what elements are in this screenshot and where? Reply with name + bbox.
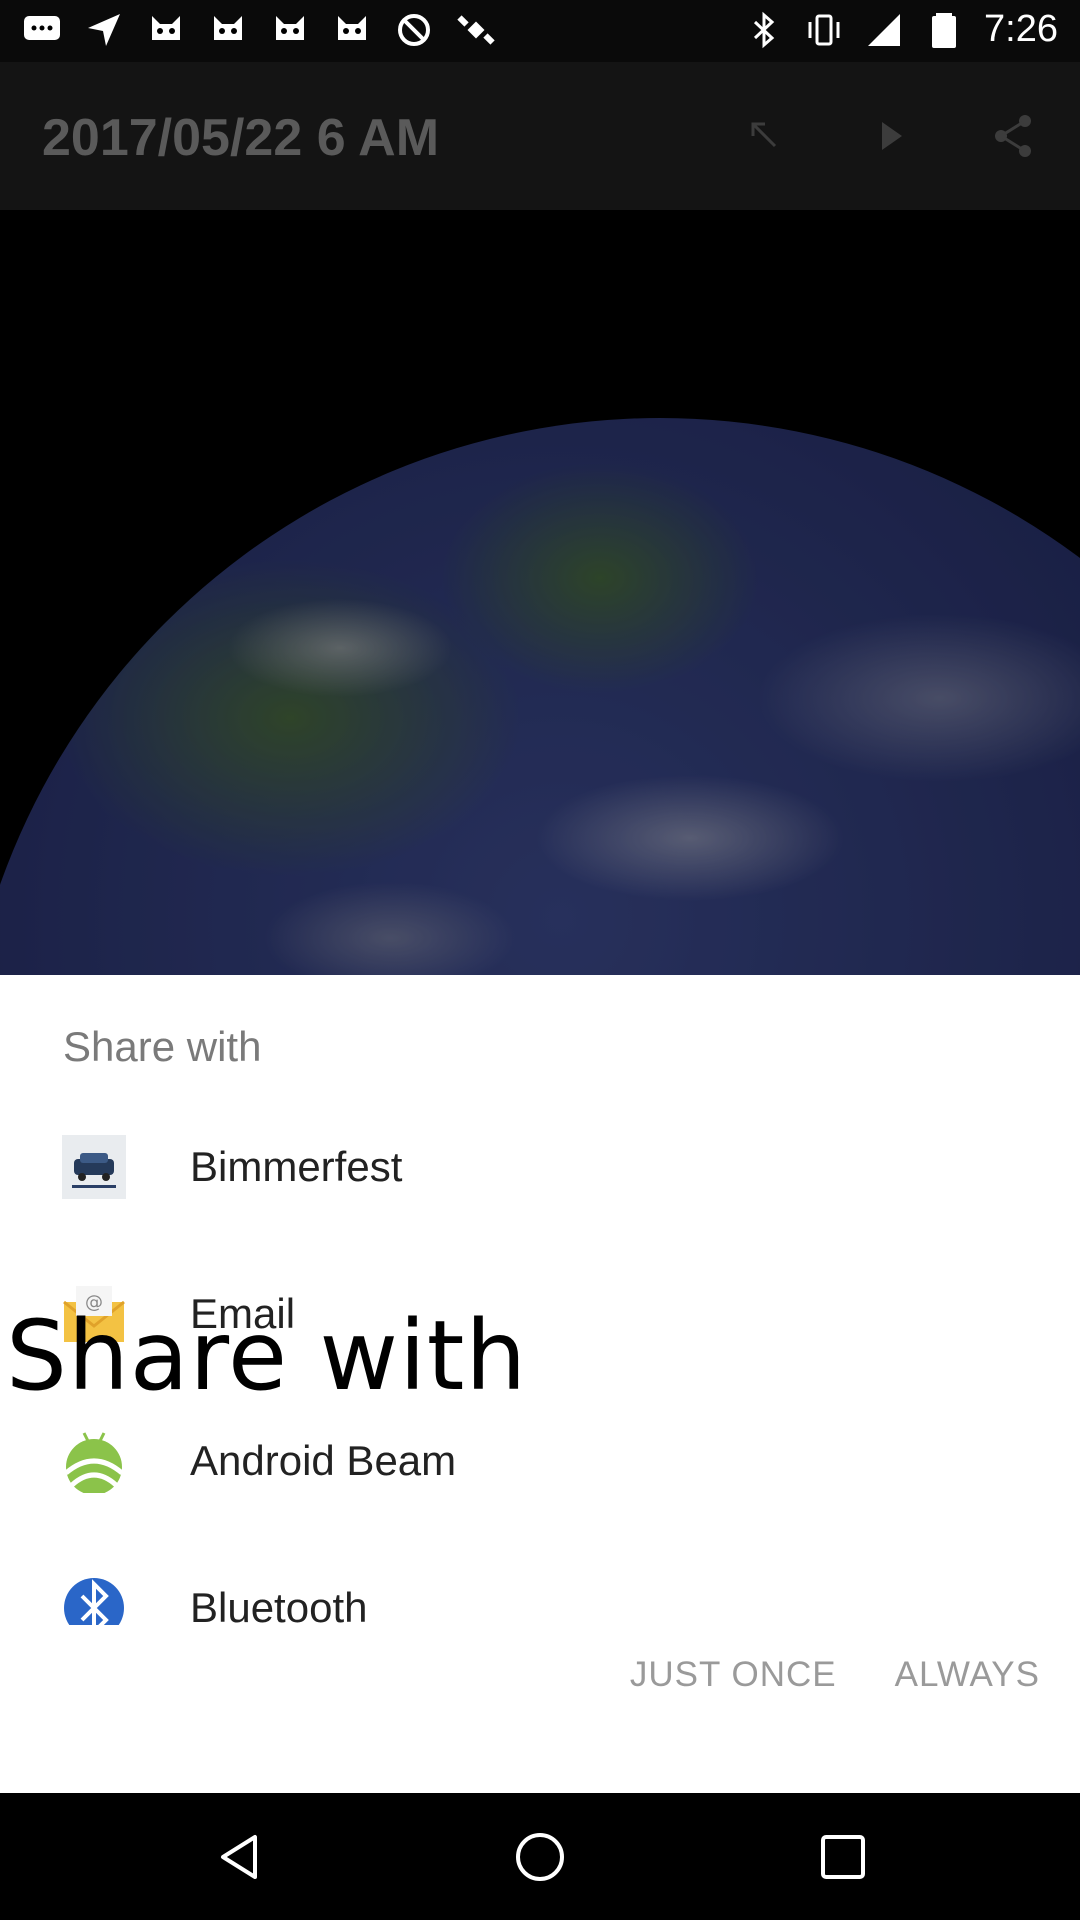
sheet-actions: JUST ONCE ALWAYS <box>630 1655 1040 1695</box>
satellite-icon <box>456 10 496 50</box>
first-frame-icon[interactable] <box>735 106 795 166</box>
cat-icon <box>208 10 248 50</box>
just-once-button[interactable]: JUST ONCE <box>630 1655 837 1695</box>
list-item-label: Bluetooth <box>190 1584 368 1625</box>
earth-globe <box>0 418 1080 975</box>
page-title: 2017/05/22 6 AM <box>42 109 440 167</box>
satellite-image <box>0 210 1080 975</box>
android-beam-icon <box>62 1429 126 1495</box>
back-icon[interactable] <box>211 1829 267 1885</box>
notification-icons <box>22 10 496 50</box>
clock: 7:26 <box>984 8 1058 50</box>
play-icon[interactable] <box>860 106 920 166</box>
chat-icon <box>22 10 62 50</box>
home-icon[interactable] <box>512 1829 568 1885</box>
battery-icon <box>924 10 964 50</box>
cat-icon <box>270 10 310 50</box>
status-bar: 7:26 <box>0 0 1080 62</box>
list-item-label: Bimmerfest <box>190 1143 403 1190</box>
list-item-bimmerfest[interactable]: Bimmerfest <box>0 1095 1080 1241</box>
system-icons: 7:26 <box>744 8 1058 51</box>
bluetooth-app-icon <box>62 1576 126 1625</box>
signal-icon <box>864 10 904 50</box>
navigation-icon <box>84 10 124 50</box>
cat-icon <box>332 10 372 50</box>
blocked-icon <box>394 10 434 50</box>
list-item-label: Android Beam <box>190 1437 457 1484</box>
navigation-bar <box>0 1793 1080 1920</box>
recents-icon[interactable] <box>815 1829 871 1885</box>
share-icon[interactable] <box>984 106 1044 166</box>
bimmerfest-icon <box>62 1135 126 1199</box>
cat-icon <box>146 10 186 50</box>
vibrate-icon <box>804 10 844 50</box>
app-toolbar: 2017/05/22 6 AM <box>0 62 1080 210</box>
bluetooth-icon <box>744 10 784 50</box>
always-button[interactable]: ALWAYS <box>895 1655 1040 1695</box>
list-item-bluetooth[interactable]: Bluetooth <box>0 1536 1080 1625</box>
overlay-caption: Share with <box>6 1300 528 1412</box>
